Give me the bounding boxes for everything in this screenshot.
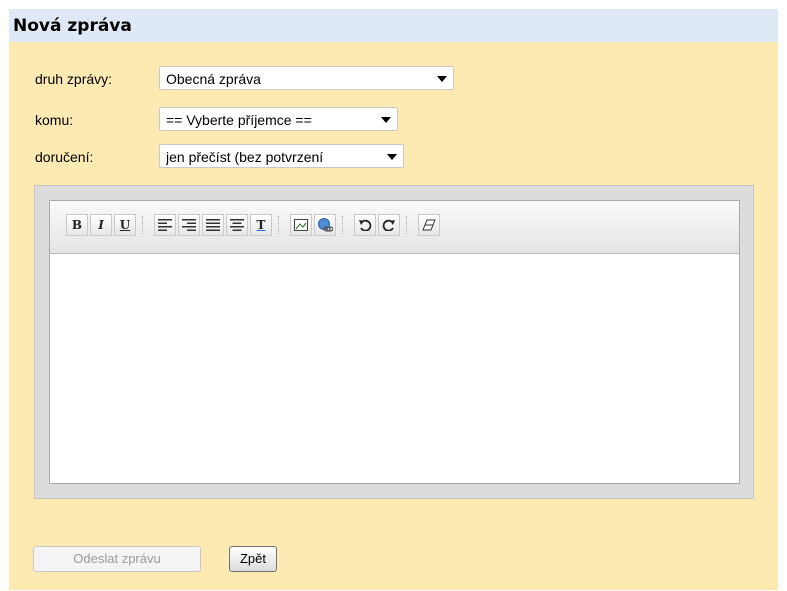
- chevron-down-icon: [437, 76, 447, 82]
- message-body-editor[interactable]: [50, 254, 739, 483]
- align-justify-icon: [206, 219, 220, 231]
- eraser-icon: [422, 219, 436, 231]
- rich-text-editor: B I U T: [34, 185, 754, 499]
- editor-frame: B I U T: [49, 200, 740, 484]
- delivery-select[interactable]: jen přečíst (bez potvrzení: [159, 144, 404, 168]
- message-type-row: druh zprávy: Obecná zpráva: [35, 66, 475, 92]
- delivery-value: jen přečíst (bez potvrzení: [166, 149, 324, 165]
- recipient-value: == Vyberte příjemce ==: [166, 112, 312, 128]
- send-message-button[interactable]: Odeslat zprávu: [33, 546, 201, 572]
- chevron-down-icon: [381, 117, 391, 123]
- delivery-label: doručení:: [35, 149, 94, 165]
- redo-button[interactable]: [378, 214, 400, 236]
- insert-image-button[interactable]: [290, 214, 312, 236]
- align-right-button[interactable]: [178, 214, 200, 236]
- panel-header: Nová zpráva: [9, 9, 778, 42]
- redo-icon: [382, 219, 395, 232]
- align-justify-button[interactable]: [202, 214, 224, 236]
- message-panel: Nová zpráva druh zprávy: Obecná zpráva k…: [9, 9, 778, 590]
- italic-button[interactable]: I: [90, 214, 112, 236]
- back-button[interactable]: Zpět: [229, 546, 277, 572]
- editor-toolbar: B I U T: [50, 201, 739, 254]
- recipient-select[interactable]: == Vyberte příjemce ==: [159, 107, 398, 131]
- message-type-select[interactable]: Obecná zpráva: [159, 66, 454, 90]
- recipient-label: komu:: [35, 112, 74, 128]
- chevron-down-icon: [387, 154, 397, 160]
- message-type-value: Obecná zpráva: [166, 71, 261, 87]
- align-left-button[interactable]: [154, 214, 176, 236]
- toolbar-separator: [342, 216, 345, 234]
- align-center-icon: [230, 219, 244, 231]
- align-right-icon: [182, 219, 196, 231]
- delivery-row: doručení: jen přečíst (bez potvrzení: [35, 144, 415, 170]
- link-globe-icon: [318, 218, 334, 232]
- align-left-icon: [158, 219, 172, 231]
- underline-button[interactable]: U: [114, 214, 136, 236]
- image-icon: [294, 219, 308, 231]
- align-center-button[interactable]: [226, 214, 248, 236]
- page-title: Nová zpráva: [13, 16, 132, 36]
- toolbar-separator: [142, 216, 145, 234]
- message-type-label: druh zprávy:: [35, 71, 113, 87]
- text-color-button[interactable]: T: [250, 214, 272, 236]
- undo-button[interactable]: [354, 214, 376, 236]
- clear-formatting-button[interactable]: [418, 214, 440, 236]
- undo-icon: [359, 219, 372, 232]
- recipient-row: komu: == Vyberte příjemce ==: [35, 107, 415, 133]
- toolbar-separator: [406, 216, 409, 234]
- bold-button[interactable]: B: [66, 214, 88, 236]
- toolbar-separator: [278, 216, 281, 234]
- insert-link-button[interactable]: [314, 214, 336, 236]
